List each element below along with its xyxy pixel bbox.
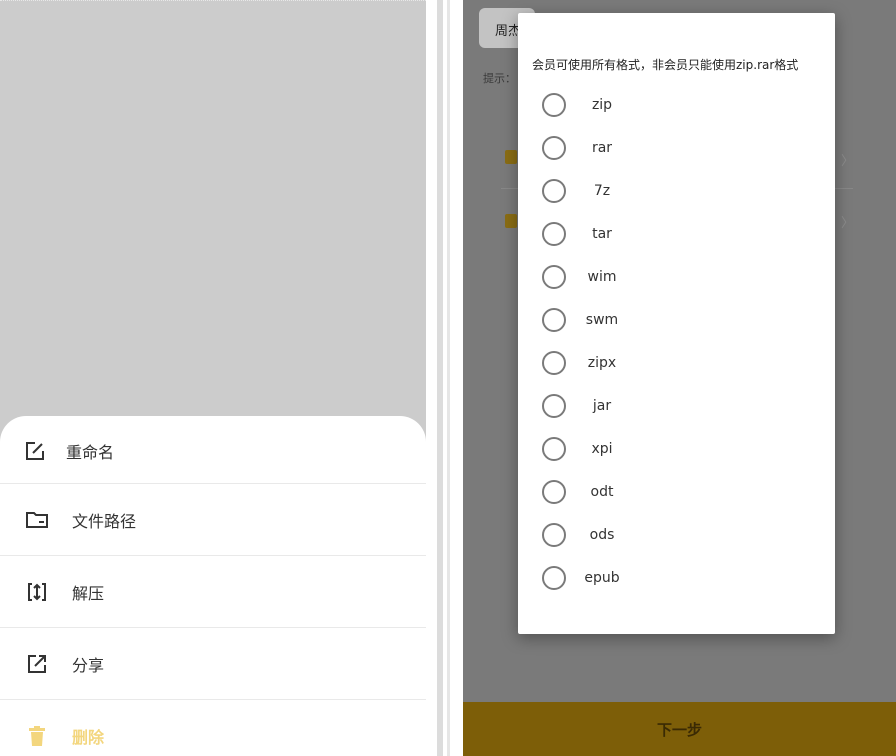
lock-icon <box>505 150 517 164</box>
divider <box>437 0 443 756</box>
option-label: wim <box>587 269 617 285</box>
option-label: xpi <box>591 441 613 457</box>
dialog-message: 会员可使用所有格式，非会员只能使用zip.rar格式 <box>532 58 799 72</box>
format-option-jar[interactable]: jar <box>542 389 802 423</box>
format-option-tar[interactable]: tar <box>542 217 802 251</box>
trash-icon <box>24 723 50 749</box>
share-menu-item[interactable]: 分享 <box>0 629 426 699</box>
option-label: 7z <box>593 183 611 199</box>
chevron-right-icon: 〉 <box>841 154 855 169</box>
radio-button[interactable] <box>542 93 566 117</box>
radio-button[interactable] <box>542 308 566 332</box>
format-option-wim[interactable]: wim <box>542 260 802 294</box>
option-label: jar <box>592 398 612 414</box>
format-option-xpi[interactable]: xpi <box>542 432 802 466</box>
chevron-right-icon: 〉 <box>841 216 855 231</box>
divider <box>0 555 426 556</box>
status-divider <box>0 0 426 1</box>
option-label: zip <box>591 97 613 113</box>
divider <box>0 627 426 628</box>
format-option-swm[interactable]: swm <box>542 303 802 337</box>
option-label: ods <box>589 527 615 543</box>
file-path-label: 文件路径 <box>72 512 137 531</box>
radio-button[interactable] <box>542 523 566 547</box>
divider <box>0 699 426 700</box>
format-option-zip[interactable]: zip <box>542 88 802 122</box>
file-path-menu-item[interactable]: 文件路径 <box>0 485 426 555</box>
radio-button[interactable] <box>542 265 566 289</box>
next-step-button[interactable]: 下一步 <box>463 702 896 756</box>
divider <box>447 0 450 756</box>
radio-button[interactable] <box>542 394 566 418</box>
format-option-zipx[interactable]: zipx <box>542 346 802 380</box>
next-step-label: 下一步 <box>656 720 702 739</box>
edit-icon <box>22 438 48 464</box>
share-label: 分享 <box>72 656 105 675</box>
left-phone-screen: 重命名 文件路径 解压 分享 删除 <box>0 0 426 756</box>
radio-button[interactable] <box>542 351 566 375</box>
rename-menu-item[interactable]: 重命名 <box>0 416 426 486</box>
extract-menu-item[interactable]: 解压 <box>0 557 426 627</box>
folder-icon <box>24 507 50 533</box>
hint-text: 提示： <box>483 72 516 85</box>
radio-button[interactable] <box>542 222 566 246</box>
right-phone-screen: 周杰 提示： 〉 〉 下一步 会员可使用所有格式，非会员只能使用zip.rar格… <box>463 0 896 756</box>
radio-button[interactable] <box>542 136 566 160</box>
option-label: rar <box>591 140 613 156</box>
radio-button[interactable] <box>542 566 566 590</box>
format-option-odt[interactable]: odt <box>542 475 802 509</box>
lock-icon <box>505 214 517 228</box>
bottom-action-sheet: 重命名 文件路径 解压 分享 删除 <box>0 416 426 756</box>
option-label: swm <box>585 312 619 328</box>
radio-button[interactable] <box>542 480 566 504</box>
extract-icon <box>24 579 50 605</box>
option-label: zipx <box>587 355 617 371</box>
format-option-rar[interactable]: rar <box>542 131 802 165</box>
extract-label: 解压 <box>72 584 105 603</box>
option-label: odt <box>590 484 614 500</box>
option-label: epub <box>584 570 620 586</box>
format-option-7z[interactable]: 7z <box>542 174 802 208</box>
screen: 重命名 文件路径 解压 分享 删除 周杰 提示： 〉 〉 下一步 会员可使用所有… <box>0 0 896 756</box>
format-option-epub[interactable]: epub <box>542 561 802 595</box>
format-option-ods[interactable]: ods <box>542 518 802 552</box>
delete-label: 删除 <box>72 728 105 747</box>
option-label: tar <box>592 226 612 242</box>
delete-menu-item[interactable]: 删除 <box>0 701 426 756</box>
share-icon <box>24 651 50 677</box>
rename-label: 重命名 <box>66 443 115 462</box>
screen-gutter <box>426 0 463 756</box>
radio-button[interactable] <box>542 437 566 461</box>
format-select-dialog: 会员可使用所有格式，非会员只能使用zip.rar格式 zip rar 7z ta… <box>518 13 835 634</box>
divider <box>0 483 426 484</box>
radio-button[interactable] <box>542 179 566 203</box>
